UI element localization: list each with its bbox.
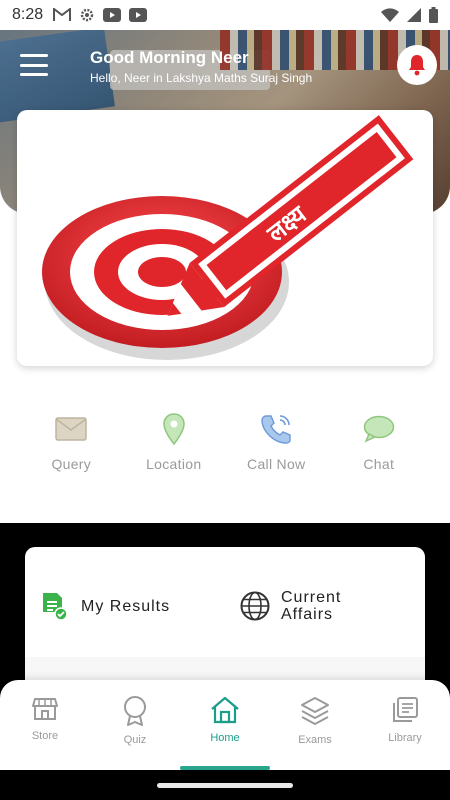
settings-icon	[80, 8, 94, 22]
nav-home-label: Home	[210, 732, 240, 744]
nav-exams-label: Exams	[298, 734, 332, 746]
status-bar: 8:28	[0, 0, 450, 30]
globe-icon	[240, 591, 270, 621]
layers-icon	[301, 697, 329, 725]
wifi-icon	[381, 8, 399, 22]
greeting: Good Morning Neer Hello, Neer in Lakshya…	[90, 48, 312, 85]
my-results-label: My Results	[81, 597, 171, 615]
library-icon	[393, 697, 418, 722]
current-affairs-label-line2: Affairs	[281, 606, 334, 623]
greeting-title: Good Morning Neer	[90, 48, 249, 67]
phone-icon	[261, 415, 291, 444]
nav-library[interactable]: Library	[360, 680, 450, 770]
my-results-item[interactable]: My Results	[40, 591, 170, 621]
call-now-label: Call Now	[247, 456, 306, 472]
status-notifications	[53, 7, 148, 23]
nav-quiz-label: Quiz	[123, 734, 147, 746]
greeting-subtitle: Hello, Neer in Lakshya Maths Suraj Singh	[90, 71, 313, 85]
signal-icon	[407, 8, 421, 22]
notification-button[interactable]	[397, 45, 437, 85]
current-affairs-item[interactable]: Current Affairs	[240, 589, 341, 623]
youtube-icon	[103, 8, 122, 22]
system-gesture-bar	[0, 770, 450, 800]
chat-bubble-icon	[363, 415, 394, 443]
nav-quiz[interactable]: Quiz	[90, 680, 180, 770]
app-screen: Good Morning Neer Hello, Neer in Lakshya…	[0, 30, 450, 770]
bottom-navigation: Store Quiz Home Exams Library	[0, 680, 450, 770]
nav-library-label: Library	[388, 732, 422, 744]
home-icon	[211, 696, 239, 724]
nav-exams[interactable]: Exams	[270, 680, 360, 770]
chat-button[interactable]: Chat	[334, 412, 424, 482]
quick-actions: Query Location Call Now Chat	[0, 412, 450, 482]
menu-icon[interactable]	[20, 54, 48, 76]
youtube-icon	[129, 8, 148, 22]
banner-card[interactable]: लक्ष्य	[17, 110, 433, 366]
results-document-icon	[43, 593, 68, 621]
status-system-icons	[381, 7, 438, 23]
lakshya-logo: लक्ष्य	[42, 115, 414, 360]
bell-icon	[409, 55, 425, 76]
nav-store-label: Store	[31, 730, 59, 742]
location-label: Location	[146, 456, 202, 472]
home-gesture-handle[interactable]	[157, 782, 293, 788]
chat-label: Chat	[363, 456, 395, 472]
location-pin-icon	[162, 413, 185, 445]
current-affairs-label-line1: Current	[281, 589, 342, 606]
battery-icon	[429, 7, 438, 23]
call-now-button[interactable]: Call Now	[231, 412, 321, 482]
location-button[interactable]: Location	[129, 412, 219, 482]
mail-icon	[55, 417, 87, 441]
status-time: 8:28	[12, 6, 44, 23]
nav-home[interactable]: Home	[180, 680, 270, 770]
query-button[interactable]: Query	[26, 412, 116, 482]
query-label: Query	[51, 456, 92, 472]
nav-store[interactable]: Store	[0, 680, 90, 770]
gmail-icon	[53, 8, 72, 21]
award-icon	[124, 696, 146, 726]
store-icon	[32, 698, 58, 720]
